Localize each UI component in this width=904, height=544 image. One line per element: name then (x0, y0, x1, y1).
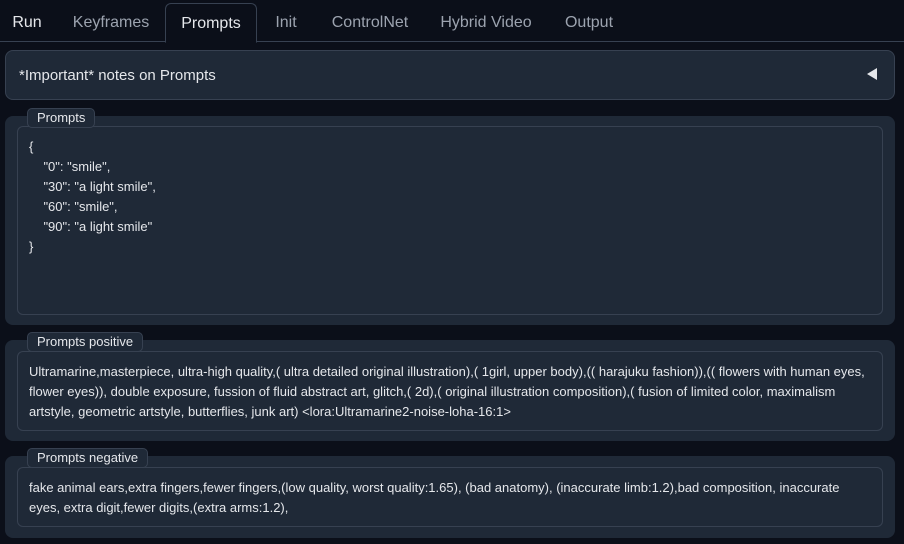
prompts-label: Prompts (27, 108, 96, 128)
triangle-left-icon (867, 68, 877, 80)
code-line: "60": "smile", (29, 199, 118, 214)
prompts-block: Prompts { "0": "smile", "30": "a light s… (5, 108, 895, 325)
prompts-positive-textarea[interactable]: Ultramarine,masterpiece, ultra-high qual… (17, 351, 883, 431)
prompts-positive-value: Ultramarine,masterpiece, ultra-high qual… (29, 364, 865, 419)
tab-init[interactable]: Init (262, 3, 310, 42)
tab-prompts[interactable]: Prompts (165, 3, 257, 43)
tab-keyframes[interactable]: Keyframes (58, 3, 164, 42)
code-line: "30": "a light smile", (29, 179, 156, 194)
code-line: { (29, 139, 34, 154)
prompts-negative-block: Prompts negative fake animal ears,extra … (5, 448, 895, 538)
prompts-positive-block: Prompts positive Ultramarine,masterpiece… (5, 332, 895, 441)
code-line: "0": "smile", (29, 159, 111, 174)
tab-run[interactable]: Run (0, 3, 54, 42)
tab-hybrid-video[interactable]: Hybrid Video (430, 3, 542, 42)
code-line: "90": "a light smile" (29, 219, 153, 234)
tab-output[interactable]: Output (552, 3, 626, 42)
prompts-negative-value: fake animal ears,extra fingers,fewer fin… (29, 480, 840, 515)
code-line: } (29, 239, 34, 254)
tab-controlnet[interactable]: ControlNet (318, 3, 422, 42)
prompts-negative-label: Prompts negative (27, 448, 149, 468)
prompts-textarea[interactable]: { "0": "smile", "30": "a light smile", "… (17, 126, 883, 315)
important-notes-accordion[interactable]: *Important* notes on Prompts (5, 50, 895, 100)
prompts-negative-textarea[interactable]: fake animal ears,extra fingers,fewer fin… (17, 467, 883, 527)
tab-bar: Run Keyframes Prompts Init ControlNet Hy… (0, 0, 904, 43)
accordion-label: *Important* notes on Prompts (19, 67, 216, 84)
prompts-positive-label: Prompts positive (27, 332, 144, 352)
